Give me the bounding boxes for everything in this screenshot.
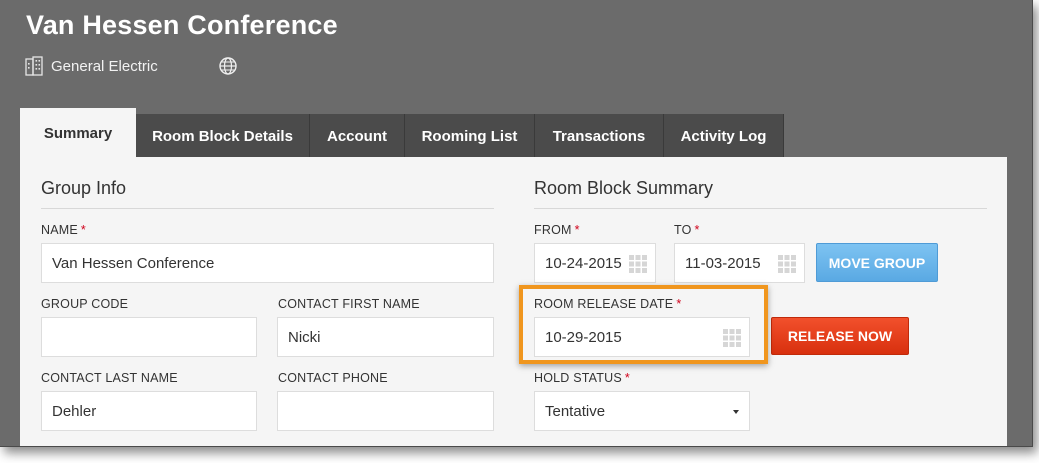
- app-window: Van Hessen Conference General Electric S…: [0, 0, 1033, 447]
- contact-last-name-input[interactable]: Dehler: [41, 391, 257, 431]
- tab-transactions[interactable]: Transactions: [535, 114, 664, 158]
- group-meta: General Electric: [25, 55, 237, 77]
- tab-room-block-details[interactable]: Room Block Details: [136, 114, 310, 158]
- name-input[interactable]: Van Hessen Conference: [41, 243, 494, 283]
- required-mark: *: [624, 371, 630, 385]
- from-date-value: 10-24-2015: [545, 254, 622, 272]
- tab-bar: Summary Room Block Details Account Roomi…: [20, 108, 784, 158]
- calendar-icon[interactable]: [723, 329, 741, 347]
- tab-account[interactable]: Account: [310, 114, 405, 158]
- globe-icon[interactable]: [218, 56, 238, 76]
- hold-status-select[interactable]: Tentative: [534, 391, 750, 431]
- move-group-button[interactable]: MOVE GROUP: [816, 243, 938, 282]
- hold-status-value: Tentative: [545, 402, 606, 420]
- company-name[interactable]: General Electric: [51, 58, 158, 75]
- required-mark: *: [80, 223, 86, 237]
- from-date-input[interactable]: 10-24-2015: [534, 243, 656, 283]
- dropdown-caret-icon: [733, 410, 739, 414]
- room-release-date-value: 10-29-2015: [545, 328, 622, 346]
- room-release-date-highlight: ROOM RELEASE DATE * 10-29-2015: [519, 285, 768, 364]
- hold-status-label: HOLD STATUS *: [534, 371, 630, 385]
- contact-first-name-label: CONTACT FIRST NAME: [278, 297, 420, 311]
- building-icon: [25, 56, 43, 76]
- contact-last-name-label: CONTACT LAST NAME: [41, 371, 178, 385]
- group-info-divider: [41, 208, 494, 209]
- room-block-summary-heading: Room Block Summary: [534, 178, 714, 198]
- page-title: Van Hessen Conference: [26, 10, 338, 40]
- contact-first-name-input[interactable]: Nicki: [277, 317, 494, 357]
- to-label: TO *: [674, 223, 700, 237]
- room-block-divider: [534, 208, 987, 209]
- calendar-icon[interactable]: [629, 255, 647, 273]
- calendar-icon[interactable]: [778, 255, 796, 273]
- required-mark: *: [574, 223, 580, 237]
- from-label: FROM *: [534, 223, 580, 237]
- summary-panel: Group Info NAME * Van Hessen Conference G…: [20, 157, 1007, 446]
- required-mark: *: [676, 297, 682, 311]
- name-label: NAME *: [41, 223, 86, 237]
- tab-activity-log[interactable]: Activity Log: [664, 114, 784, 158]
- group-info-heading: Group Info: [41, 178, 127, 198]
- contact-phone-input[interactable]: [277, 391, 494, 431]
- contact-phone-label: CONTACT PHONE: [278, 371, 388, 385]
- to-date-value: 11-03-2015: [685, 254, 761, 272]
- release-now-button[interactable]: RELEASE NOW: [771, 317, 909, 355]
- group-code-input[interactable]: [41, 317, 257, 357]
- tab-rooming-list[interactable]: Rooming List: [405, 114, 535, 158]
- group-code-label: GROUP CODE: [41, 297, 129, 311]
- room-release-date-input[interactable]: 10-29-2015: [534, 317, 750, 357]
- to-date-input[interactable]: 11-03-2015: [674, 243, 805, 283]
- required-mark: *: [694, 223, 700, 237]
- tab-summary[interactable]: Summary: [20, 108, 136, 158]
- room-release-date-label: ROOM RELEASE DATE *: [534, 297, 682, 311]
